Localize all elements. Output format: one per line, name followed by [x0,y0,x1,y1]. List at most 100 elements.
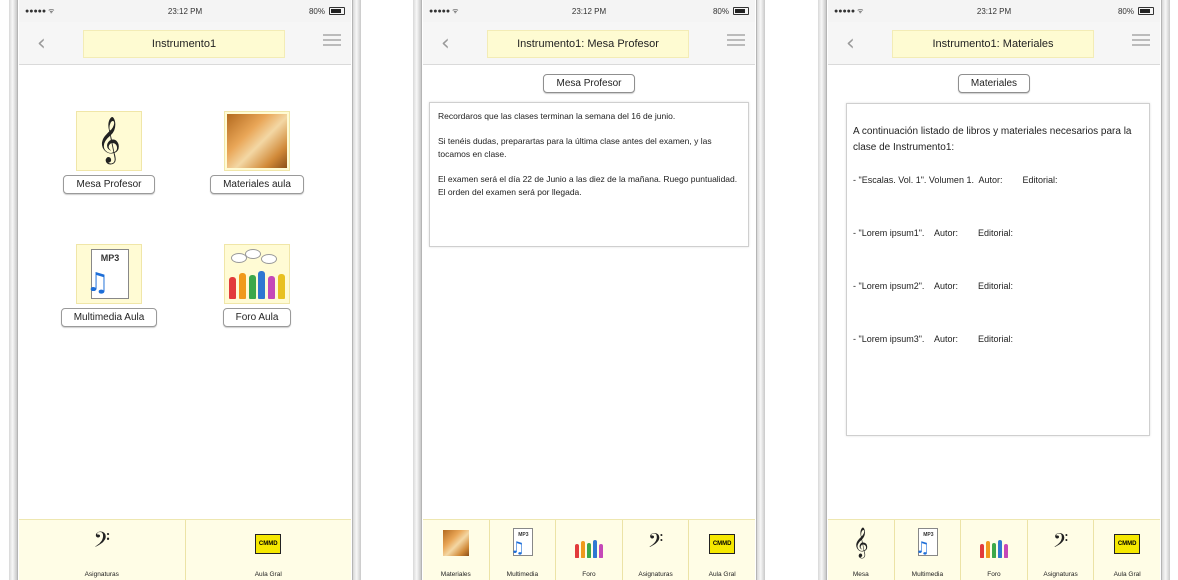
material-autor: Autor: [933,281,958,291]
phone-mesa-profesor: ●●●●● ᯤ 23:12 PM 80% ‹ Instrumento1: Mes… [413,0,765,580]
section-header: Materiales [828,73,1160,93]
tab-bar: 𝄞 Mesa MP3 ♫ Multimedia Foro 𝄢 Asignatur… [828,519,1160,580]
treble-clef-icon: 𝄞 [853,528,869,558]
tab-label: Foro [987,571,1001,578]
section-header: Mesa Profesor [423,73,755,93]
mp3-file-icon: MP3 ♫ [912,528,942,558]
materiales-label[interactable]: Materiales [957,74,1031,93]
mesa-profesor-label[interactable]: Mesa Profesor [543,74,635,93]
tab-foro[interactable]: Foro [961,520,1028,580]
tab-foro[interactable]: Foro [556,520,623,580]
battery-icon [733,7,749,15]
screen: ●●●●● ᯤ 23:12 PM 80% ‹ Instrumento1: Mes… [423,0,755,580]
mp3-file-icon: MP3 ♫ [507,528,537,558]
tile-multimedia-aula[interactable]: MP3 ♫ Multimedia Aula [44,244,174,327]
forum-people-icon [574,528,604,558]
tab-label: Aula Gral [254,571,282,578]
screen: ●●●●● ᯤ 23:12 PM 80% ‹ Instrumento1 𝄞 Me… [19,0,351,580]
tab-materiales[interactable]: Materiales [423,520,490,580]
tab-bar: Materiales MP3 ♫ Multimedia Foro 𝄢 Asign… [423,519,755,580]
treble-clef-icon: 𝄞 [76,111,142,171]
tab-label: Materiales [440,571,471,578]
tab-label: Asignaturas [1043,571,1078,578]
tab-label: Multimedia [911,571,944,578]
materiales-aula-button[interactable]: Materiales aula [210,175,304,194]
tab-label: Asignaturas [84,571,119,578]
tab-aula-gral[interactable]: CMMD Aula Gral [1094,520,1160,580]
forum-people-icon [224,244,290,304]
material-title: - "Escalas. Vol. 1". Volumen 1. [853,175,974,185]
phone-frame-left [818,0,827,580]
material-item: - "Lorem ipsum3". Autor: Editorial: [853,333,1143,346]
material-title: - "Lorem ipsum2". [853,281,925,291]
battery-percent: 80% [1117,7,1134,16]
bass-clef-icon: 𝄢 [1052,529,1069,557]
status-bar: ●●●●● ᯤ 23:12 PM 80% [19,0,351,22]
material-autor: Autor: [933,228,958,238]
material-item: - "Lorem ipsum1". Autor: Editorial: [853,227,1143,240]
hamburger-menu-icon[interactable] [727,34,745,49]
page-title: Instrumento1: Materiales [892,30,1094,58]
phone-frame-left [413,0,422,580]
status-bar: ●●●●● ᯤ 23:12 PM 80% [828,0,1160,22]
page-title: Instrumento1 [83,30,285,58]
cmmd-logo-icon: CMMD [1112,528,1142,558]
tab-label: Aula Gral [708,571,736,578]
tile-foro-aula[interactable]: Foro Aula [192,244,322,327]
announcement-paragraph: Si tenéis dudas, preparartas para la últ… [438,136,712,159]
tab-label: Aula Gral [1113,571,1141,578]
screen: ●●●●● ᯤ 23:12 PM 80% ‹ Instrumento1: Mat… [828,0,1160,580]
tab-bar: 𝄢 Asignaturas CMMD Aula Gral [19,519,351,580]
phone-instrumento1: ●●●●● ᯤ 23:12 PM 80% ‹ Instrumento1 𝄞 Me… [9,0,361,580]
status-time: 23:12 PM [167,7,203,16]
status-time: 23:12 PM [571,7,607,16]
foro-aula-button[interactable]: Foro Aula [222,308,292,327]
phone-frame-left [9,0,18,580]
nav-bar: ‹ Instrumento1: Materiales [828,22,1160,65]
back-chevron-icon[interactable]: ‹ [441,31,450,56]
bass-clef-icon: 𝄢 [93,528,111,558]
tab-asignaturas[interactable]: 𝄢 Asignaturas [623,520,690,580]
battery-percent: 80% [308,7,325,16]
tile-materiales-aula[interactable]: Materiales aula [192,111,322,194]
battery-icon [1138,7,1154,15]
sheet-music-icon [224,111,290,171]
forum-people-icon [979,528,1009,558]
hamburger-menu-icon[interactable] [323,34,341,49]
phone-frame-right [1161,0,1170,580]
tab-multimedia[interactable]: MP3 ♫ Multimedia [490,520,557,580]
back-chevron-icon[interactable]: ‹ [846,31,855,56]
tile-mesa-profesor[interactable]: 𝄞 Mesa Profesor [44,111,174,194]
announcement-paragraph: Recordaros que las clases terminan la se… [438,111,676,121]
material-title: - "Lorem ipsum3". [853,334,925,344]
sheet-music-icon [441,528,471,558]
tab-asignaturas[interactable]: 𝄢 Asignaturas [1028,520,1095,580]
tab-multimedia[interactable]: MP3 ♫ Multimedia [895,520,962,580]
materials-intro: A continuación listado de libros y mater… [853,126,1132,153]
tab-label: Foro [582,571,596,578]
material-editorial: Editorial: [977,228,1013,238]
hamburger-menu-icon[interactable] [1132,34,1150,49]
multimedia-aula-button[interactable]: Multimedia Aula [60,308,158,327]
tab-mesa[interactable]: 𝄞 Mesa [828,520,895,580]
cmmd-logo-icon: CMMD [707,528,737,558]
tab-aula-gral[interactable]: CMMD Aula Gral [186,520,352,580]
mp3-file-icon: MP3 ♫ [76,244,142,304]
nav-bar: ‹ Instrumento1: Mesa Profesor [423,22,755,65]
material-autor: Autor: [933,334,958,344]
tab-label: Asignaturas [638,571,673,578]
tab-label: Mesa [852,571,869,578]
cmmd-logo-icon: CMMD [253,528,283,558]
battery-icon [329,7,345,15]
tab-label: Multimedia [506,571,539,578]
material-item: - "Lorem ipsum2". Autor: Editorial: [853,280,1143,293]
material-title: - "Lorem ipsum1". [853,228,925,238]
material-item: - "Escalas. Vol. 1". Volumen 1. Autor: E… [853,174,1143,187]
phone-frame-right [352,0,361,580]
back-chevron-icon[interactable]: ‹ [37,31,46,56]
material-autor: Autor: [978,175,1003,185]
tab-asignaturas[interactable]: 𝄢 Asignaturas [19,520,186,580]
materials-panel: A continuación listado de libros y mater… [846,103,1150,436]
tab-aula-gral[interactable]: CMMD Aula Gral [689,520,755,580]
mesa-profesor-button[interactable]: Mesa Profesor [63,175,155,194]
